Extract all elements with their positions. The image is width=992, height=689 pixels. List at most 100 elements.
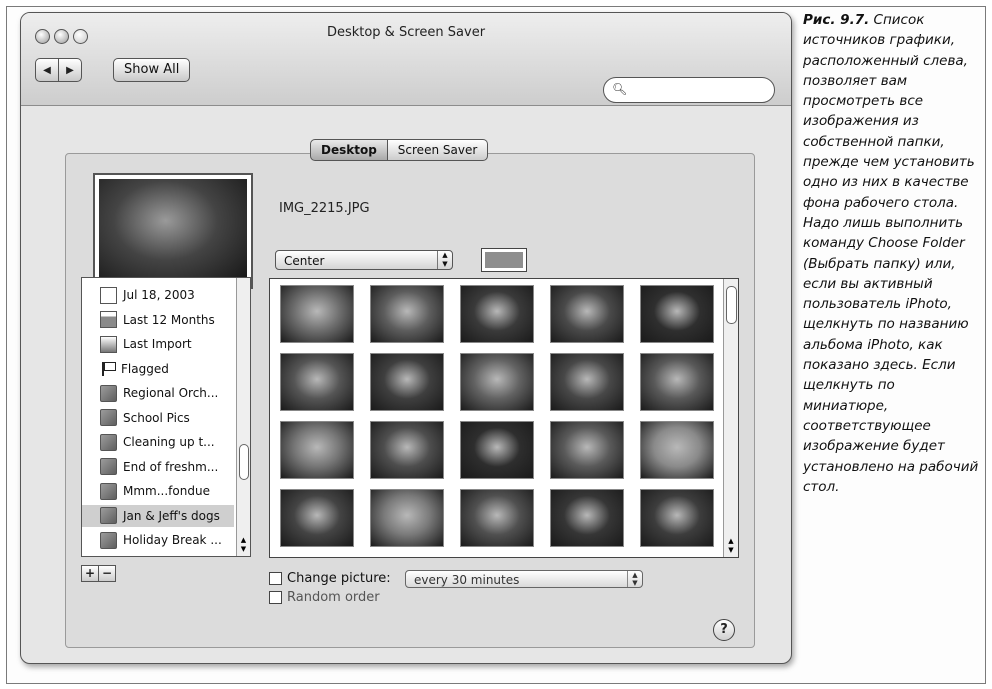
- album-icon: [100, 409, 117, 426]
- source-list-scrollbar[interactable]: ▲ ▼: [236, 278, 250, 556]
- search-icon: 🔍︎: [612, 82, 628, 96]
- image-thumbnail[interactable]: [640, 285, 714, 343]
- image-thumbnail[interactable]: [280, 285, 354, 343]
- source-list-item[interactable]: Jan & Jeff's dogs: [82, 504, 234, 527]
- source-list: Holiday Break ... Jan & Jeff's dogs Mmm...…: [81, 277, 251, 557]
- image-thumbnail[interactable]: [370, 489, 444, 547]
- source-list-item-label: Flagged: [121, 361, 169, 376]
- current-file-name: IMG_2215.JPG: [279, 201, 370, 216]
- source-list-item-label: Jan & Jeff's dogs: [123, 508, 220, 523]
- image-thumbnail[interactable]: [550, 353, 624, 411]
- random-order-label: Random order: [287, 590, 380, 605]
- source-list-item-label: Cleaning up t...: [123, 435, 215, 449]
- image-thumbnail[interactable]: [280, 421, 354, 479]
- album-icon: [100, 531, 117, 549]
- desktop-preview: [93, 173, 253, 289]
- image-thumbnail[interactable]: [550, 421, 624, 479]
- source-list-item-label: Last 12 Months: [123, 312, 215, 327]
- source-list-scroll-thumb[interactable]: [239, 444, 249, 480]
- source-list-item[interactable]: End of freshm...: [82, 456, 234, 478]
- source-list-item[interactable]: School Pics: [82, 407, 234, 429]
- add-folder-button[interactable]: +: [81, 565, 99, 582]
- search-input[interactable]: [630, 81, 764, 99]
- source-list-item[interactable]: Flagged: [82, 358, 234, 380]
- figure-caption: Рис. 9.7. Список источников графики, рас…: [803, 10, 979, 497]
- source-list-item-label: Last Import: [123, 337, 192, 351]
- picture-position-value: Center: [284, 254, 325, 268]
- change-interval-value: every 30 minutes: [414, 573, 520, 587]
- image-thumbnail[interactable]: [280, 489, 354, 547]
- image-thumbnail[interactable]: [460, 353, 534, 411]
- image-grid: ▲ ▼: [269, 278, 739, 558]
- tab-bar: Desktop Screen Saver: [310, 139, 489, 161]
- import-icon: [100, 335, 117, 353]
- updown-arrows-icon: ▲ ▼: [437, 251, 452, 269]
- image-thumbnail[interactable]: [280, 353, 354, 411]
- image-thumbnail[interactable]: [460, 285, 534, 343]
- source-list-item[interactable]: Last Import: [82, 333, 234, 355]
- source-list-item[interactable]: Last 12 Months: [82, 309, 234, 331]
- change-picture-label: Change picture:: [287, 571, 391, 586]
- source-list-item-label: Holiday Break ...: [123, 533, 222, 547]
- preferences-window: Desktop & Screen Saver ◀ ▶ Show All 🔍︎ D…: [20, 12, 792, 664]
- source-list-item-label: End of freshm...: [123, 459, 219, 474]
- background-color-well[interactable]: [481, 248, 527, 272]
- calendar-icon: [100, 286, 117, 304]
- updown-arrows-icon: ▲ ▼: [627, 571, 642, 587]
- image-thumbnail[interactable]: [370, 353, 444, 411]
- help-button[interactable]: ?: [713, 619, 735, 641]
- tab-screen-saver[interactable]: Screen Saver: [387, 139, 489, 161]
- figure-label: Рис. 9.7.: [803, 12, 870, 28]
- show-all-button[interactable]: Show All: [113, 58, 191, 82]
- forward-arrow-icon: ▶: [66, 64, 74, 76]
- color-swatch: [485, 252, 523, 268]
- image-thumbnail[interactable]: [370, 421, 444, 479]
- image-grid-scrollbar[interactable]: ▲ ▼: [723, 279, 738, 557]
- source-list-item[interactable]: Jul 18, 2003: [82, 284, 234, 306]
- scroll-arrows-icon[interactable]: ▲ ▼: [237, 536, 250, 554]
- remove-folder-button[interactable]: −: [99, 565, 116, 582]
- search-field[interactable]: 🔍︎: [603, 77, 775, 103]
- album-icon: [100, 384, 117, 402]
- album-icon: [100, 433, 117, 451]
- image-thumbnail[interactable]: [550, 489, 624, 547]
- source-list-item[interactable]: Mmm...fondue: [82, 480, 234, 502]
- tab-desktop[interactable]: Desktop: [310, 139, 388, 161]
- source-list-item-label: Mmm...fondue: [123, 484, 210, 498]
- back-button[interactable]: ◀: [35, 58, 59, 82]
- preview-image: [99, 179, 247, 283]
- album-icon: [100, 458, 117, 475]
- source-list-item[interactable]: Regional Orch...: [82, 382, 234, 404]
- picture-position-select[interactable]: Center ▲ ▼: [275, 250, 453, 270]
- image-thumbnail[interactable]: [370, 285, 444, 343]
- image-grid-scroll-thumb[interactable]: [726, 286, 737, 324]
- image-thumbnail[interactable]: [640, 353, 714, 411]
- image-thumbnail[interactable]: [640, 421, 714, 479]
- back-forward-group: ◀ ▶: [35, 58, 82, 82]
- back-arrow-icon: ◀: [43, 64, 51, 76]
- forward-button[interactable]: ▶: [59, 58, 82, 82]
- add-remove-group: + −: [81, 565, 116, 582]
- image-thumbnail[interactable]: [460, 489, 534, 547]
- month-calendar-icon: [100, 311, 117, 328]
- image-thumbnail[interactable]: [550, 285, 624, 343]
- flag-icon: [100, 361, 116, 376]
- titlebar: Desktop & Screen Saver ◀ ▶ Show All 🔍︎: [21, 13, 791, 106]
- change-picture-row: Change picture:: [269, 571, 391, 586]
- window-title: Desktop & Screen Saver: [326, 25, 486, 40]
- random-order-checkbox[interactable]: [269, 591, 282, 604]
- album-icon: [100, 482, 117, 500]
- caption-text: Список источников графики, расположенный…: [803, 12, 979, 495]
- image-thumbnail[interactable]: [640, 489, 714, 547]
- scroll-arrows-icon[interactable]: ▲ ▼: [724, 537, 738, 555]
- source-list-item[interactable]: Cleaning up t...: [82, 431, 234, 453]
- image-thumbnail[interactable]: [460, 421, 534, 479]
- source-list-item-label: Regional Orch...: [123, 386, 219, 400]
- source-list-item-label: Jul 18, 2003: [123, 288, 195, 302]
- change-picture-checkbox[interactable]: [269, 572, 282, 585]
- album-icon: [100, 507, 117, 524]
- source-list-item[interactable]: Holiday Break ...: [82, 529, 234, 551]
- change-interval-select[interactable]: every 30 minutes ▲ ▼: [405, 570, 643, 588]
- source-list-item-label: School Pics: [123, 410, 190, 425]
- random-order-row: Random order: [269, 590, 380, 605]
